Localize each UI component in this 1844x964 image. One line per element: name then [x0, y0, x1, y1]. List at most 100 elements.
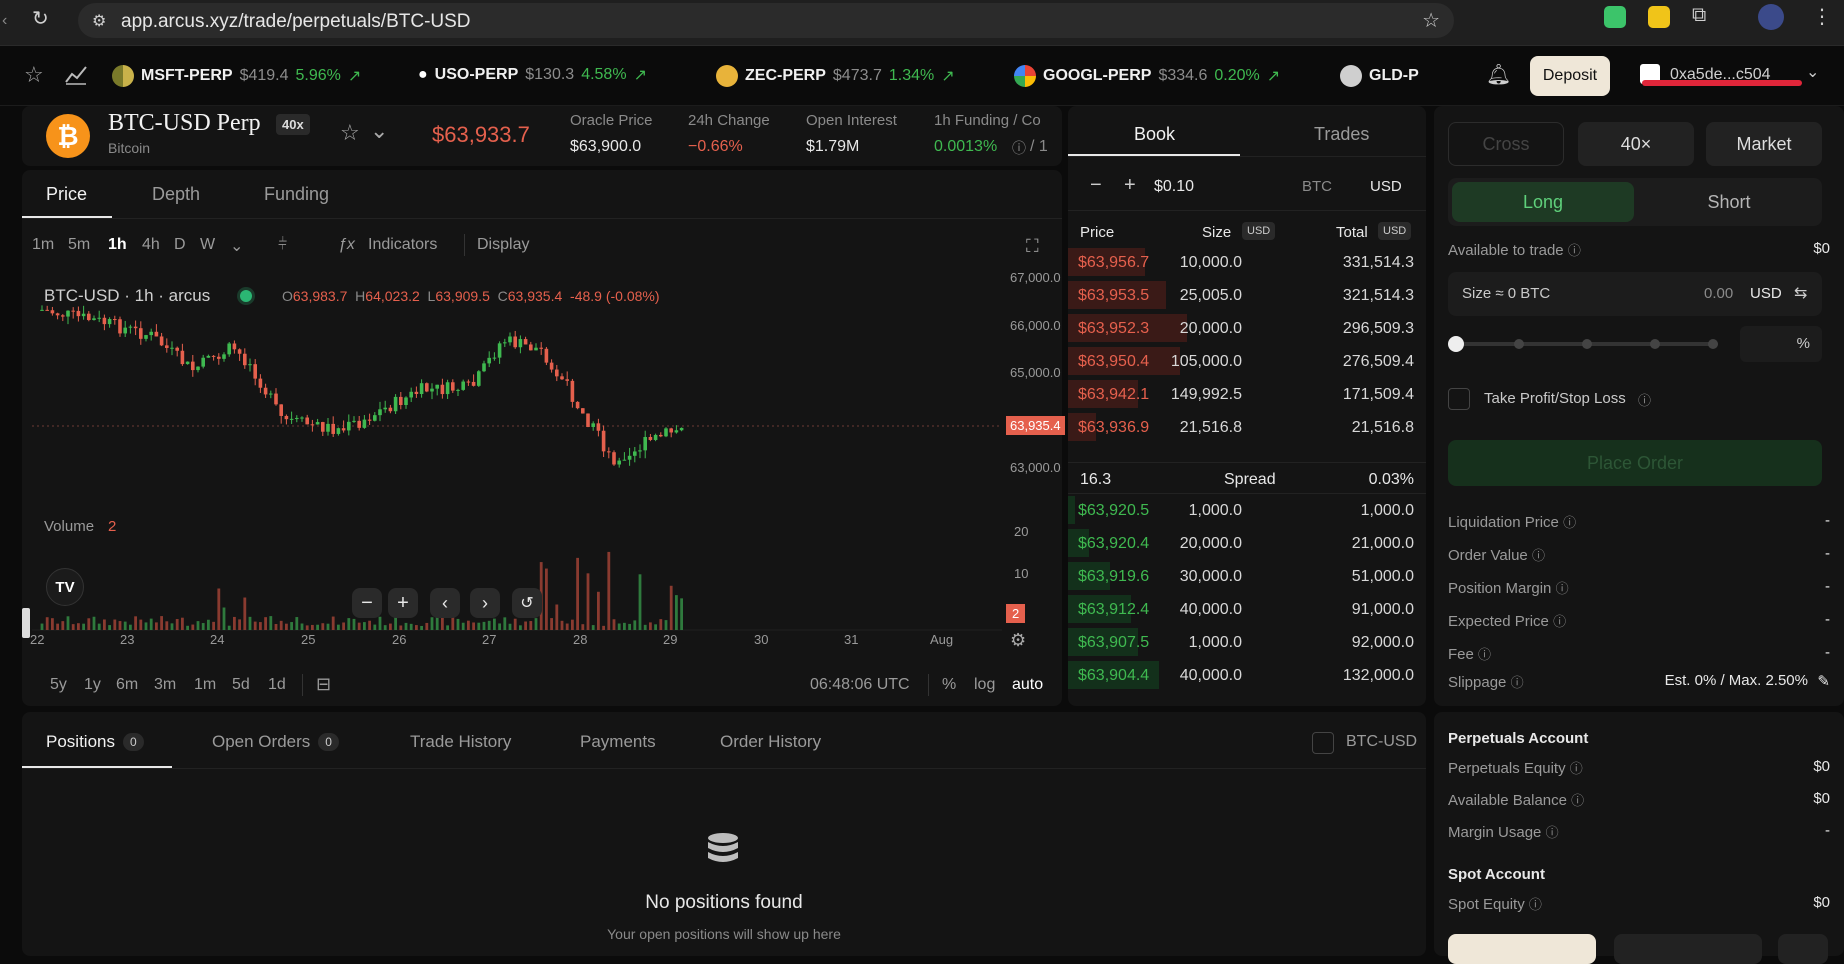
- order-type-market[interactable]: Market: [1706, 122, 1822, 166]
- reset-chart-button[interactable]: ↺: [512, 588, 542, 618]
- scale-auto[interactable]: auto: [1012, 676, 1043, 694]
- time-axis[interactable]: 22 23 24 25 26 27 28 29 30 31 Aug: [22, 632, 1002, 652]
- ticker-item-msft[interactable]: MSFT-PERP $419.4 5.96% ↗: [112, 65, 361, 87]
- account-deposit-button[interactable]: [1448, 934, 1596, 964]
- percent-input[interactable]: %: [1740, 326, 1822, 362]
- tab-depth[interactable]: Depth: [152, 184, 200, 205]
- tab-funding[interactable]: Funding: [264, 184, 329, 205]
- timeframe-d[interactable]: D: [174, 236, 186, 254]
- range-1d[interactable]: 1d: [268, 676, 286, 694]
- ask-row[interactable]: $63,942.1 149,992.5 171,509.4: [1068, 378, 1426, 410]
- scroll-right-button[interactable]: ›: [470, 588, 500, 618]
- account-transfer-button[interactable]: [1614, 934, 1762, 964]
- ask-row[interactable]: $63,956.7 10,000.0 331,514.3: [1068, 246, 1426, 278]
- tpsl-label[interactable]: Take Profit/Stop Loss: [1484, 390, 1626, 407]
- ticker-item-uso[interactable]: ● USO-PERP $130.3 4.58% ↗: [418, 65, 647, 85]
- bookmark-star-icon[interactable]: ☆: [1422, 8, 1440, 33]
- favorites-star-icon[interactable]: ☆: [24, 62, 44, 88]
- tradingview-logo-icon[interactable]: TV: [46, 568, 84, 606]
- account-withdraw-button[interactable]: [1778, 934, 1828, 964]
- extension-icon-green[interactable]: [1604, 6, 1626, 28]
- ticker-item-googl[interactable]: GOOGL-PERP $334.6 0.20% ↗: [1014, 65, 1280, 87]
- unit-usd[interactable]: USD: [1370, 178, 1402, 195]
- tick-decrease-button[interactable]: −: [1090, 174, 1102, 197]
- extension-icon-yellow[interactable]: [1648, 6, 1670, 28]
- col-total-unit-badge[interactable]: USD: [1378, 222, 1412, 240]
- bid-row[interactable]: $63,920.5 1,000.0 1,000.0: [1068, 494, 1426, 526]
- ask-row[interactable]: $63,936.9 21,516.8 21,516.8: [1068, 411, 1426, 443]
- zoom-in-button[interactable]: +: [388, 588, 418, 618]
- back-icon[interactable]: ‹: [2, 12, 7, 30]
- range-5y[interactable]: 5y: [50, 676, 67, 694]
- market-dropdown-icon[interactable]: ⌄: [370, 118, 388, 144]
- tab-open-orders[interactable]: Open Orders 0: [212, 732, 339, 752]
- profile-avatar-icon[interactable]: [1758, 4, 1784, 30]
- col-size-unit-badge[interactable]: USD: [1242, 222, 1276, 240]
- market-title[interactable]: BTC-USD Perp: [108, 110, 261, 137]
- unit-btc[interactable]: BTC: [1302, 178, 1332, 195]
- price-axis[interactable]: 67,000.0 66,000.0 65,000.0 63,000.0 63,9…: [1002, 270, 1065, 670]
- leverage-button[interactable]: 40×: [1578, 122, 1694, 166]
- timeframe-5m[interactable]: 5m: [68, 236, 90, 254]
- range-3m[interactable]: 3m: [154, 676, 176, 694]
- indicators-button[interactable]: Indicators: [368, 236, 437, 254]
- account-selector[interactable]: 0xa5de...c504 ⌄: [1640, 60, 1830, 90]
- tpsl-checkbox[interactable]: [1448, 388, 1470, 410]
- notification-bell-icon[interactable]: 🔔︎: [1486, 62, 1511, 87]
- favorite-star-icon[interactable]: ☆: [340, 120, 360, 146]
- display-button[interactable]: Display: [477, 236, 529, 254]
- ticker-item-zec[interactable]: ZEC-PERP $473.7 1.34% ↗: [716, 65, 955, 87]
- fullscreen-icon[interactable]: ⛶: [1026, 236, 1039, 257]
- indicators-fx-icon[interactable]: ƒx: [338, 236, 355, 254]
- extensions-puzzle-icon[interactable]: ⧉: [1692, 4, 1706, 27]
- bid-row[interactable]: $63,920.4 20,000.0 21,000.0: [1068, 527, 1426, 559]
- timeframe-chevron-icon[interactable]: ⌄: [230, 236, 243, 256]
- scroll-left-button[interactable]: ‹: [430, 588, 460, 618]
- tab-price[interactable]: Price: [46, 184, 87, 205]
- tab-book[interactable]: Book: [1134, 124, 1175, 145]
- size-unit[interactable]: USD: [1750, 285, 1782, 302]
- long-button[interactable]: Long: [1452, 182, 1634, 222]
- edit-pencil-icon[interactable]: ✎: [1817, 672, 1830, 690]
- markets-chart-icon[interactable]: [64, 64, 88, 86]
- slippage-value[interactable]: Est. 0% / Max. 2.50%: [1665, 672, 1808, 689]
- tick-increase-button[interactable]: +: [1124, 174, 1136, 197]
- ticker-item-gld[interactable]: GLD-P: [1340, 65, 1424, 87]
- chart-settings-gear-icon[interactable]: ⚙: [1010, 630, 1026, 651]
- browser-menu-icon[interactable]: ⋮: [1812, 4, 1832, 29]
- tab-payments[interactable]: Payments: [580, 732, 656, 752]
- utc-clock[interactable]: 06:48:06 UTC: [810, 676, 910, 694]
- range-1m[interactable]: 1m: [194, 676, 216, 694]
- address-bar[interactable]: ⚙ app.arcus.xyz/trade/perpetuals/BTC-USD…: [78, 3, 1454, 38]
- swap-unit-icon[interactable]: ⇆: [1794, 283, 1807, 303]
- timeframe-w[interactable]: W: [200, 236, 215, 254]
- scale-percent[interactable]: %: [942, 676, 956, 694]
- scale-log[interactable]: log: [974, 676, 995, 694]
- bid-row[interactable]: $63,919.6 30,000.0 51,000.0: [1068, 560, 1426, 592]
- bid-row[interactable]: $63,904.4 40,000.0 132,000.0: [1068, 659, 1426, 691]
- timeframe-1h[interactable]: 1h: [108, 236, 127, 254]
- size-input[interactable]: Size ≈ 0 BTC 0.00 USD ⇆: [1448, 272, 1822, 316]
- date-range-calendar-icon[interactable]: ⊟: [316, 674, 331, 695]
- place-order-button[interactable]: Place Order: [1448, 440, 1822, 486]
- short-button[interactable]: Short: [1638, 182, 1820, 222]
- range-1y[interactable]: 1y: [84, 676, 101, 694]
- range-6m[interactable]: 6m: [116, 676, 138, 694]
- deposit-button[interactable]: Deposit: [1530, 56, 1610, 96]
- tab-trade-history[interactable]: Trade History: [410, 732, 511, 752]
- reload-icon[interactable]: ↻: [32, 6, 49, 31]
- bid-row[interactable]: $63,907.5 1,000.0 92,000.0: [1068, 626, 1426, 658]
- ask-row[interactable]: $63,950.4 105,000.0 276,509.4: [1068, 345, 1426, 377]
- ask-row[interactable]: $63,953.5 25,005.0 321,514.3: [1068, 279, 1426, 311]
- range-5d[interactable]: 5d: [232, 676, 250, 694]
- zoom-out-button[interactable]: −: [352, 588, 382, 618]
- size-slider[interactable]: [1448, 334, 1724, 354]
- bid-row[interactable]: $63,912.4 40,000.0 91,000.0: [1068, 593, 1426, 625]
- ask-row[interactable]: $63,952.3 20,000.0 296,509.3: [1068, 312, 1426, 344]
- site-info-icon[interactable]: ⚙: [92, 11, 106, 31]
- margin-mode-cross[interactable]: Cross: [1448, 122, 1564, 166]
- tab-trades[interactable]: Trades: [1314, 124, 1369, 145]
- timeframe-1m[interactable]: 1m: [32, 236, 54, 254]
- market-filter-checkbox[interactable]: [1312, 732, 1334, 754]
- market-filter-label[interactable]: BTC-USD: [1346, 733, 1417, 751]
